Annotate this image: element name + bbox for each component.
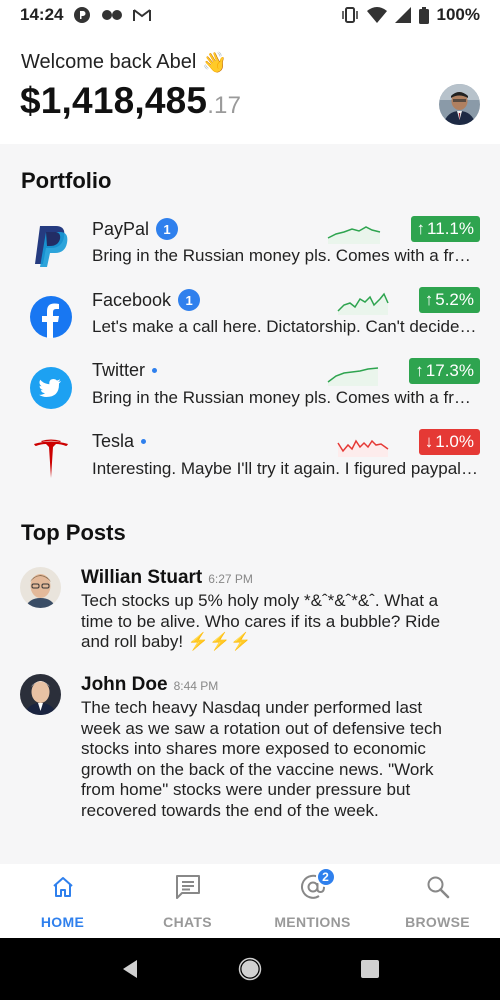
- portfolio-name-text: Tesla: [92, 431, 135, 451]
- home-icon: [50, 874, 76, 900]
- top-posts-title: Top Posts: [21, 520, 126, 545]
- nav-home[interactable]: HOME: [0, 864, 125, 938]
- at-mention-icon: 2: [300, 867, 336, 900]
- unread-dot: [141, 439, 147, 444]
- portfolio-name: Facebook 1: [92, 289, 201, 311]
- bottom-navigation: HOME CHATS 2 MENTIONS BROWSE: [0, 864, 500, 938]
- post-author[interactable]: John Doe: [81, 674, 168, 696]
- post-item[interactable]: Willian Stuart 6:27 PM Tech stocks up 5%…: [0, 567, 500, 659]
- mentions-badge: 2: [315, 867, 336, 887]
- sparkline-chart: [327, 226, 381, 244]
- nav-chats[interactable]: CHATS: [125, 864, 250, 938]
- portfolio-name: Tesla: [92, 431, 147, 452]
- portfolio-name: Twitter: [92, 360, 158, 381]
- main-content: Portfolio PayPal 1 ↑ 11.1% Bring in the …: [0, 144, 500, 864]
- sparkline-chart: [337, 292, 389, 315]
- nav-home-label: HOME: [40, 914, 85, 930]
- change-value: 1.0%: [435, 432, 474, 451]
- nav-browse-label: BROWSE: [405, 914, 470, 930]
- app-notification-icon: [73, 6, 91, 24]
- change-badge: ↑ 17.3%: [409, 358, 480, 384]
- change-badge: ↑ 5.2%: [418, 287, 480, 313]
- voicemail-icon: [101, 8, 123, 22]
- sparkline-chart: [327, 367, 379, 386]
- facebook-logo: [29, 295, 73, 339]
- status-time: 14:24: [20, 5, 64, 24]
- arrow-up-icon: ↑: [415, 361, 424, 380]
- post-body: Tech stocks up 5% holy moly *&ˆ*&ˆ*&ˆ. W…: [81, 591, 441, 651]
- battery-level: 100%: [436, 5, 480, 24]
- nav-mentions[interactable]: 2 MENTIONS: [250, 864, 375, 938]
- notification-badge: 1: [178, 289, 201, 311]
- portfolio-item-tesla[interactable]: Tesla ↓ 1.0% Interesting. Maybe I'll try…: [0, 429, 500, 491]
- portfolio-name: PayPal 1: [92, 218, 179, 240]
- battery-icon: [418, 6, 429, 24]
- twitter-logo: [29, 366, 73, 410]
- home-circle-icon[interactable]: [235, 954, 265, 984]
- search-icon: [425, 874, 451, 900]
- post-header: John Doe 8:44 PM: [81, 674, 218, 696]
- change-value: 5.2%: [435, 290, 474, 309]
- portfolio-message: Bring in the Russian money pls. Comes wi…: [92, 246, 480, 265]
- nav-browse[interactable]: BROWSE: [375, 864, 500, 938]
- change-value: 17.3%: [425, 361, 474, 380]
- arrow-up-icon: ↑: [416, 219, 426, 238]
- balance-main: $1,418,485: [20, 80, 208, 121]
- change-value: 11.1%: [427, 219, 474, 238]
- wifi-icon: [366, 7, 387, 23]
- portfolio-message: Interesting. Maybe I'll try it again. I …: [92, 459, 480, 478]
- portfolio-name-text: PayPal: [92, 218, 150, 239]
- chat-icon: [175, 874, 201, 900]
- tesla-logo: [29, 437, 73, 481]
- welcome-message: Welcome back Abel 👋: [21, 50, 227, 75]
- post-author-avatar[interactable]: [20, 674, 61, 715]
- post-body: The tech heavy Nasdaq under performed la…: [81, 698, 442, 820]
- post-header: Willian Stuart 6:27 PM: [81, 567, 253, 589]
- balance-cents: .17: [207, 92, 242, 119]
- signal-icon: [394, 7, 411, 23]
- post-timestamp: 6:27 PM: [208, 572, 253, 586]
- recents-icon[interactable]: [355, 954, 385, 984]
- post-item[interactable]: John Doe 8:44 PM The tech heavy Nasdaq u…: [0, 674, 500, 854]
- portfolio-item-twitter[interactable]: Twitter ↑ 17.3% Bring in the Russian mon…: [0, 358, 500, 420]
- welcome-text: Welcome back Abel: [21, 51, 197, 73]
- unread-dot: [152, 368, 158, 373]
- paypal-logo: [29, 224, 73, 268]
- post-author-avatar[interactable]: [20, 567, 61, 608]
- portfolio-title: Portfolio: [21, 168, 112, 193]
- portfolio-name-text: Twitter: [92, 360, 146, 380]
- sparkline-chart: [337, 439, 389, 457]
- arrow-down-icon: ↓: [424, 432, 434, 451]
- portfolio-name-text: Facebook: [92, 289, 172, 310]
- notification-badge: 1: [156, 218, 179, 240]
- portfolio-item-facebook[interactable]: Facebook 1 ↑ 5.2% Let's make a call here…: [0, 287, 500, 349]
- post-timestamp: 8:44 PM: [173, 679, 219, 693]
- system-navigation-bar: [0, 938, 500, 1000]
- gmail-icon: [133, 8, 152, 22]
- user-avatar[interactable]: [439, 84, 480, 125]
- portfolio-message: Let's make a call here. Dictatorship. Ca…: [92, 317, 480, 336]
- vibrate-icon: [341, 7, 359, 23]
- wave-icon: 👋: [202, 52, 228, 74]
- change-badge: ↓ 1.0%: [418, 429, 480, 455]
- status-bar: 14:24 100%: [0, 0, 500, 30]
- nav-chats-label: CHATS: [163, 914, 212, 930]
- change-badge: ↑ 11.1%: [410, 216, 480, 242]
- portfolio-item-paypal[interactable]: PayPal 1 ↑ 11.1% Bring in the Russian mo…: [0, 216, 500, 278]
- arrow-up-icon: ↑: [424, 290, 434, 309]
- portfolio-message: Bring in the Russian money pls. Comes wi…: [92, 388, 480, 407]
- back-icon[interactable]: [115, 954, 145, 984]
- header: Welcome back Abel 👋 $1,418,485.17: [0, 30, 500, 144]
- nav-mentions-label: MENTIONS: [274, 914, 351, 930]
- post-author[interactable]: Willian Stuart: [81, 567, 202, 589]
- account-balance: $1,418,485.17: [20, 80, 241, 122]
